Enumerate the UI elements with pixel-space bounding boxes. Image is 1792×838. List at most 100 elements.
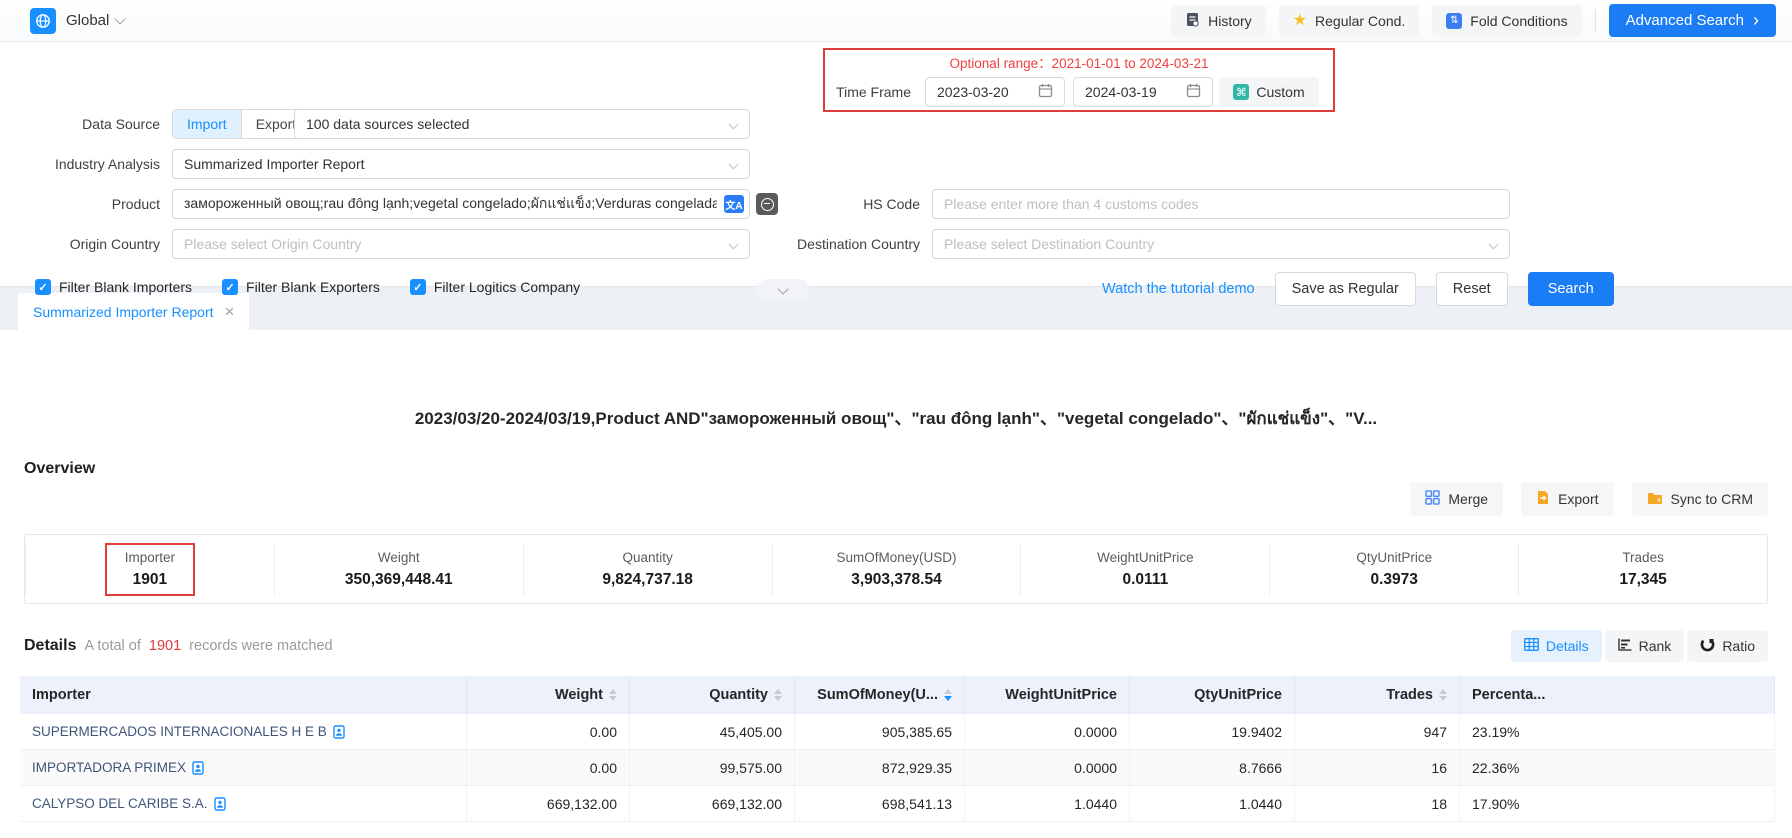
search-form: Data Source Import Export 100 data sourc… xyxy=(0,42,1792,286)
sum-of-money-cell: 698,541.13 xyxy=(795,786,965,821)
company-profile-icon[interactable] xyxy=(333,725,345,739)
table-column-header[interactable]: WeightUnitPrice xyxy=(965,676,1130,714)
view-ratio-label: Ratio xyxy=(1722,638,1755,654)
filter-checkbox[interactable]: ✓ Filter Blank Exporters xyxy=(222,279,380,295)
destination-country-select[interactable]: Please select Destination Country xyxy=(932,229,1510,259)
view-rank-button[interactable]: Rank xyxy=(1605,630,1685,662)
trades-cell: 18 xyxy=(1295,786,1460,821)
view-switcher: Details Rank Ratio xyxy=(1511,630,1768,662)
company-profile-icon[interactable] xyxy=(192,761,204,775)
table-column-header[interactable]: Percenta... xyxy=(1460,676,1775,714)
table-row[interactable]: SUPERMERCADOS INTERNACIONALES H E B 0.00… xyxy=(20,714,1775,750)
data-source-toggle: Import Export xyxy=(172,109,311,139)
hs-code-input[interactable] xyxy=(932,189,1510,219)
total-suffix: records were matched xyxy=(189,638,332,654)
company-profile-icon[interactable] xyxy=(214,797,226,811)
region-selector-label[interactable]: Global xyxy=(66,12,109,29)
advanced-search-button[interactable]: Advanced Search › xyxy=(1609,4,1776,37)
table-column-header[interactable]: Trades xyxy=(1295,676,1460,714)
filter-checkboxes: ✓ Filter Blank Importers ✓ Filter Blank … xyxy=(35,279,580,295)
optional-range-text: Optional range：2021-01-01 to 2024-03-21 xyxy=(825,52,1333,72)
chevron-down-icon xyxy=(1489,240,1499,250)
save-as-regular-button[interactable]: Save as Regular xyxy=(1275,272,1416,306)
weight-unit-price-cell: 0.0000 xyxy=(965,714,1130,749)
view-ratio-button[interactable]: Ratio xyxy=(1687,630,1768,662)
origin-country-select[interactable]: Please select Origin Country xyxy=(172,229,750,259)
overview-stat: Importer 1901 xyxy=(25,543,274,596)
table-column-header[interactable]: Importer xyxy=(20,676,467,714)
weight-cell: 669,132.00 xyxy=(467,786,630,821)
collapse-form-button[interactable] xyxy=(757,279,809,301)
table-row[interactable]: CALYPSO DEL CARIBE S.A. 669,132.00 669,1… xyxy=(20,786,1775,822)
sync-to-crm-label: Sync to CRM xyxy=(1671,491,1753,507)
custom-icon: ⌘ xyxy=(1233,84,1249,100)
table-body: SUPERMERCADOS INTERNACIONALES H E B 0.00… xyxy=(0,714,1792,822)
end-date-value: 2024-03-19 xyxy=(1085,84,1157,100)
sort-carets-icon[interactable] xyxy=(1439,689,1447,701)
importer-name-link[interactable]: SUPERMERCADOS INTERNACIONALES H E B xyxy=(32,724,327,739)
importer-name-link[interactable]: CALYPSO DEL CARIBE S.A. xyxy=(32,796,208,811)
table-column-header[interactable]: Quantity xyxy=(630,676,795,714)
quantity-cell: 669,132.00 xyxy=(630,786,795,821)
search-button[interactable]: Search xyxy=(1528,272,1614,306)
fold-conditions-button[interactable]: ⇅ Fold Conditions xyxy=(1432,5,1581,36)
table-row[interactable]: IMPORTADORA PRIMEX 0.00 99,575.00 872,92… xyxy=(20,750,1775,786)
industry-analysis-select[interactable]: Summarized Importer Report xyxy=(172,149,750,179)
column-label: Importer xyxy=(32,687,91,703)
end-date-input[interactable]: 2024-03-19 xyxy=(1073,77,1213,107)
reset-button[interactable]: Reset xyxy=(1436,272,1508,306)
filter-checkbox[interactable]: ✓ Filter Logitics Company xyxy=(410,279,580,295)
product-label: Product xyxy=(0,189,160,219)
topbar: Global History ★ Regular Cond. ⇅ Fold Co… xyxy=(0,0,1792,42)
sync-to-crm-button[interactable]: + Sync to CRM xyxy=(1632,482,1768,516)
stat-label: QtyUnitPrice xyxy=(1356,550,1432,565)
chevron-down-icon xyxy=(729,160,739,170)
column-label: Trades xyxy=(1386,687,1433,703)
calendar-icon[interactable] xyxy=(1038,83,1053,101)
tab-summarized-importer-report[interactable]: Summarized Importer Report × xyxy=(18,293,249,330)
regular-cond-button[interactable]: ★ Regular Cond. xyxy=(1279,5,1420,36)
globe-icon xyxy=(30,8,56,34)
custom-range-button[interactable]: ⌘ Custom xyxy=(1219,77,1319,107)
start-date-input[interactable]: 2023-03-20 xyxy=(925,77,1065,107)
origin-country-label: Origin Country xyxy=(0,229,160,259)
industry-analysis-label: Industry Analysis xyxy=(0,149,160,179)
tutorial-demo-link[interactable]: Watch the tutorial demo xyxy=(1102,281,1255,297)
view-details-button[interactable]: Details xyxy=(1511,630,1602,662)
percentage-cell: 22.36% xyxy=(1460,750,1775,785)
table-column-header[interactable]: Weight xyxy=(467,676,630,714)
history-button[interactable]: History xyxy=(1171,5,1266,36)
table-icon xyxy=(1524,638,1539,654)
weight-unit-price-cell: 1.0440 xyxy=(965,786,1130,821)
overview-actions: Merge Export + Sync to CRM xyxy=(24,482,1768,516)
import-tab[interactable]: Import xyxy=(173,110,241,138)
close-icon[interactable]: × xyxy=(225,303,235,320)
product-input[interactable]: замороженный овощ;rau đông lạnh;vegetal … xyxy=(172,189,750,219)
table-column-header[interactable]: SumOfMoney(U... xyxy=(795,676,965,714)
overview-heading: Overview xyxy=(24,460,1768,478)
importer-name-link[interactable]: IMPORTADORA PRIMEX xyxy=(32,760,186,775)
merge-button[interactable]: Merge xyxy=(1410,482,1503,516)
calendar-icon[interactable] xyxy=(1186,83,1201,101)
details-heading: Details xyxy=(24,637,76,655)
sort-carets-icon[interactable] xyxy=(609,689,617,701)
filter-checkbox[interactable]: ✓ Filter Blank Importers xyxy=(35,279,192,295)
total-prefix: A total of xyxy=(84,638,140,654)
overview-stat: QtyUnitPrice 0.3973 xyxy=(1269,544,1518,595)
stat-value: 350,369,448.41 xyxy=(345,571,453,589)
sort-carets-icon[interactable] xyxy=(774,689,782,701)
export-icon xyxy=(1536,490,1550,508)
stat-box: WeightUnitPrice 0.0111 xyxy=(1097,544,1194,595)
stat-label: Importer xyxy=(125,550,175,565)
sum-of-money-cell: 872,929.35 xyxy=(795,750,965,785)
weight-cell: 0.00 xyxy=(467,750,630,785)
table-column-header[interactable]: QtyUnitPrice xyxy=(1130,676,1295,714)
time-frame-label: Time Frame xyxy=(825,77,911,107)
export-button[interactable]: Export xyxy=(1521,482,1613,516)
translate-icon[interactable]: 文A xyxy=(724,195,744,213)
filter-label: Filter Blank Exporters xyxy=(246,279,380,295)
sort-carets-icon[interactable] xyxy=(944,689,952,701)
data-sources-select[interactable]: 100 data sources selected xyxy=(294,109,750,139)
chevron-down-icon[interactable] xyxy=(115,13,126,24)
importer-cell: SUPERMERCADOS INTERNACIONALES H E B xyxy=(20,714,467,749)
